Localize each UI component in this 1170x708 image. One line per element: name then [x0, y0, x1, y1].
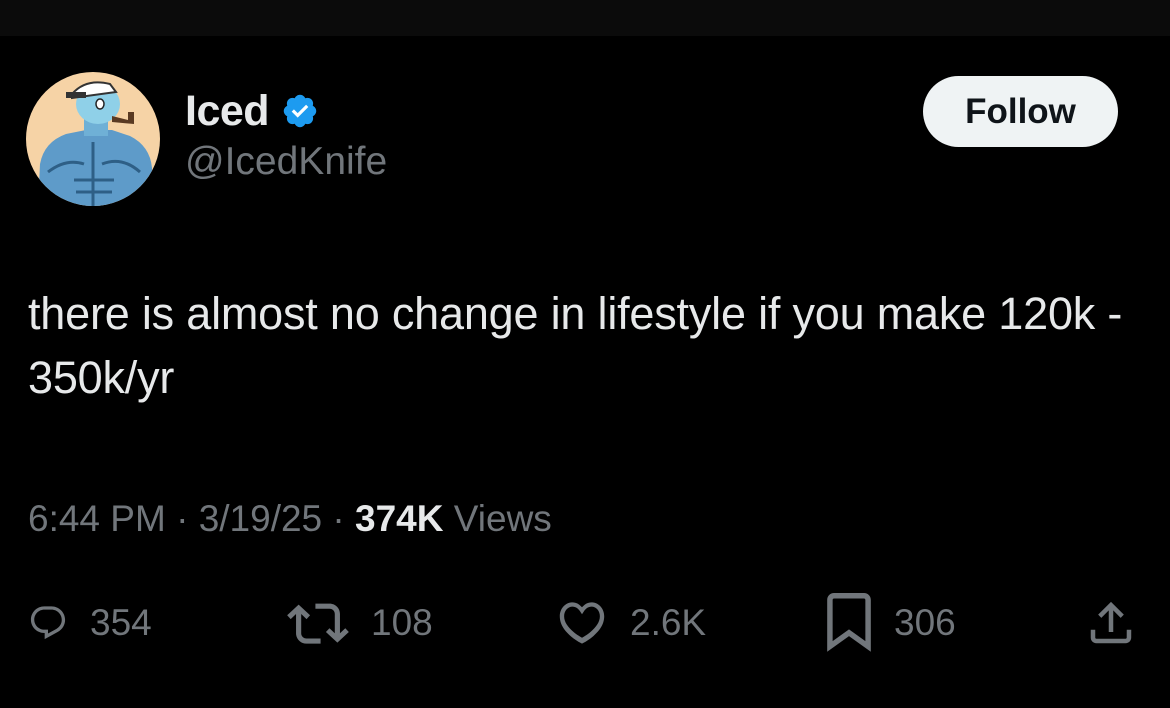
share-icon [1090, 601, 1132, 644]
reply-button[interactable]: 354 [28, 590, 152, 656]
bookmark-count: 306 [894, 602, 956, 643]
views-count: 374K [355, 498, 444, 539]
user-handle[interactable]: @IcedKnife [185, 140, 387, 184]
avatar[interactable] [26, 72, 160, 206]
reply-icon [30, 606, 66, 640]
repost-count: 108 [371, 602, 433, 643]
like-button[interactable]: 2.6K [556, 590, 706, 656]
heart-icon [559, 602, 605, 644]
tweet-time[interactable]: 6:44 PM [28, 498, 166, 539]
status-strip [0, 0, 1170, 36]
bookmark-icon [827, 593, 871, 652]
tweet-meta: 6:44 PM · 3/19/25 · 374K Views [28, 498, 552, 540]
meta-separator: · [332, 498, 345, 539]
tweet-text: there is almost no change in lifestyle i… [28, 288, 1123, 403]
follow-button[interactable]: Follow [923, 76, 1118, 147]
tweet-date[interactable]: 3/19/25 [199, 498, 322, 539]
action-bar: 354 108 2.6K 306 [0, 590, 1170, 656]
views-label: Views [453, 498, 552, 539]
like-count: 2.6K [630, 602, 707, 643]
display-name-row: Iced [185, 86, 319, 136]
reply-count: 354 [90, 602, 152, 643]
meta-separator: · [176, 498, 189, 539]
bookmark-button[interactable]: 306 [826, 590, 956, 656]
avatar-image [26, 72, 160, 206]
repost-icon [287, 603, 349, 644]
verified-badge-icon [281, 92, 319, 130]
display-name[interactable]: Iced [185, 87, 270, 136]
repost-button[interactable]: 108 [287, 590, 433, 656]
share-button[interactable] [1084, 590, 1138, 656]
